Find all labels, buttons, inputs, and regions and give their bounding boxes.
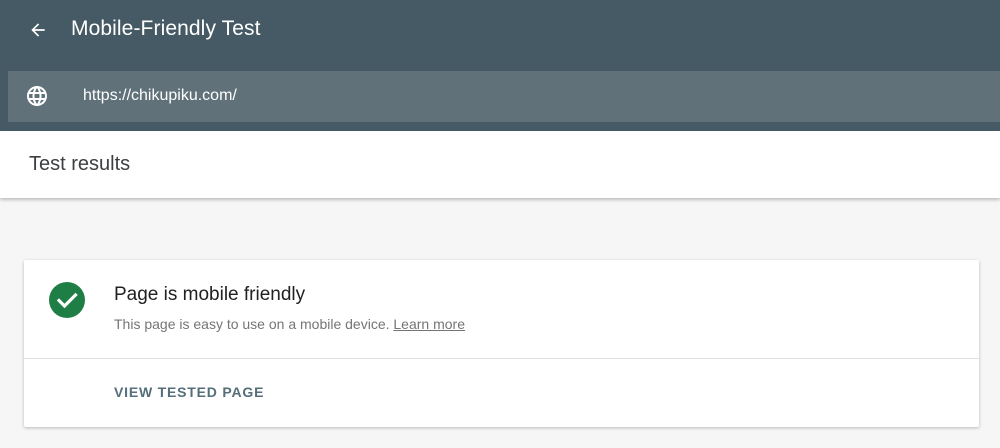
card-divider <box>24 358 979 359</box>
result-description: This page is easy to use on a mobile dev… <box>114 316 465 332</box>
back-button[interactable] <box>24 16 52 44</box>
arrow-back-icon <box>31 23 45 37</box>
results-title: Test results <box>29 153 131 175</box>
view-tested-page-button[interactable]: VIEW TESTED PAGE <box>114 384 264 400</box>
learn-more-link[interactable]: Learn more <box>393 316 465 332</box>
result-title: Page is mobile friendly <box>114 284 306 305</box>
url-input[interactable] <box>83 81 963 111</box>
app-title: Mobile-Friendly Test <box>71 17 261 40</box>
check-circle-icon <box>49 282 85 318</box>
results-header: Test results <box>0 131 1000 198</box>
description-text: This page is easy to use on a mobile dev… <box>114 316 390 332</box>
globe-icon <box>27 86 47 106</box>
app-header: Mobile-Friendly Test <box>0 0 1000 131</box>
result-card: Page is mobile friendly This page is eas… <box>24 260 979 427</box>
url-bar[interactable] <box>8 71 1000 122</box>
title-row: Mobile-Friendly Test <box>0 0 1000 60</box>
